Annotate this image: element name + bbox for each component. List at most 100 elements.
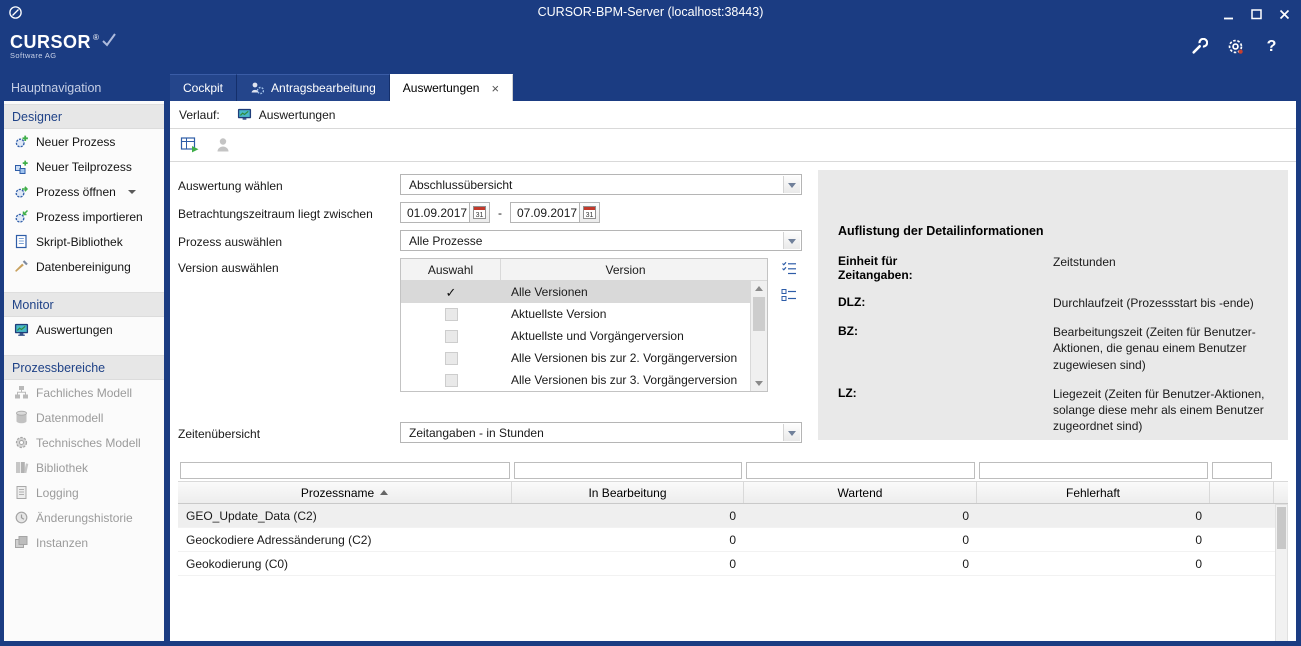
zeiten-selected-value: Zeitangaben - in Stunden: [409, 426, 544, 440]
filter-input-wartend[interactable]: [746, 462, 975, 479]
info-description: Liegezeit (Zeiten für Benutzer-Aktionen,…: [1053, 386, 1272, 435]
sidebar-title: Hauptnavigation: [4, 74, 164, 101]
calendar-from-button[interactable]: 31: [470, 202, 490, 223]
results-scrollbar[interactable]: [1275, 504, 1288, 641]
sort-ascending-icon: [380, 490, 388, 495]
table-row[interactable]: Geokodierung (C0) 0 0 0: [178, 552, 1288, 576]
tab-auswertungen[interactable]: Auswertungen ×: [390, 74, 513, 101]
column-header-fehlerhaft[interactable]: Fehlerhaft: [977, 482, 1210, 503]
table-row[interactable]: GEO_Update_Data (C2) 0 0 0: [178, 504, 1288, 528]
calendar-to-button[interactable]: 31: [580, 202, 600, 223]
version-row[interactable]: Aktuellste Version: [401, 303, 750, 325]
tab-bar: Cockpit Antragsbearbeitung Auswertungen …: [170, 74, 1296, 101]
sidebar-item-label: Prozess importieren: [36, 210, 143, 224]
sidebar-item-neuer-prozess[interactable]: Neuer Prozess: [4, 129, 164, 154]
cell-in-bearbeitung: 0: [512, 509, 744, 523]
sidebar-item-label: Prozess öffnen: [36, 185, 116, 199]
toolbar: [170, 129, 1296, 162]
deselect-all-icon[interactable]: [781, 288, 797, 304]
sidebar-item-skript-bibliothek[interactable]: Skript-Bibliothek: [4, 229, 164, 254]
sidebar-item-prozess-oeffnen[interactable]: Prozess öffnen: [4, 179, 164, 204]
date-to-field[interactable]: 07.09.2017: [510, 202, 580, 223]
wrench-icon[interactable]: [1190, 37, 1209, 56]
settings-icon[interactable]: [1226, 37, 1245, 56]
checkbox-unchecked[interactable]: [445, 330, 458, 343]
version-row[interactable]: Aktuellste und Vorgängerversion: [401, 325, 750, 347]
version-row[interactable]: Alle Versionen bis zur 2. Vorgängerversi…: [401, 347, 750, 369]
chevron-down-icon[interactable]: [128, 190, 136, 194]
cell-prozessname: GEO_Update_Data (C2): [178, 509, 512, 523]
section-header-prozessbereiche[interactable]: Prozessbereiche: [4, 355, 164, 380]
content-area: Auswertung wählen Abschlussübersicht Bet…: [170, 162, 1296, 641]
tab-antragsbearbeitung[interactable]: Antragsbearbeitung: [237, 74, 390, 101]
instances-icon: [14, 535, 29, 550]
filter-input-fehlerhaft[interactable]: [979, 462, 1208, 479]
scrollbar-thumb[interactable]: [1277, 507, 1286, 549]
sidebar-item-label: Bibliothek: [36, 461, 88, 475]
sidebar: Designer Neuer Prozess Neuer Teilprozess…: [4, 101, 164, 641]
run-evaluation-button[interactable]: [179, 134, 201, 156]
version-label: Version auswählen: [178, 258, 400, 275]
breadcrumb-label: Verlauf:: [179, 108, 220, 122]
version-table-scrollbar[interactable]: [750, 281, 767, 391]
date-range: 01.09.2017 31 - 07.09.2017 31: [400, 202, 600, 223]
header-icons: ?: [1190, 37, 1281, 56]
tab-cockpit[interactable]: Cockpit: [170, 74, 237, 101]
breadcrumb-item[interactable]: Auswertungen: [259, 108, 336, 122]
filter-input-in-bearbeitung[interactable]: [514, 462, 742, 479]
section-header-designer[interactable]: Designer: [4, 104, 164, 129]
scroll-down-icon: [751, 376, 767, 391]
scrollbar-thumb[interactable]: [753, 297, 765, 331]
chevron-down-icon: [783, 176, 800, 193]
sidebar-section-monitor: Monitor Auswertungen: [4, 292, 164, 342]
column-header-auswahl[interactable]: Auswahl: [401, 259, 501, 280]
checkbox-unchecked[interactable]: [445, 374, 458, 387]
auswertung-selected-value: Abschlussübersicht: [409, 178, 512, 192]
info-term: DLZ:: [838, 295, 865, 309]
auswertung-select[interactable]: Abschlussübersicht: [400, 174, 802, 195]
column-header-prozessname[interactable]: Prozessname: [178, 482, 512, 503]
info-row: Einheit für Zeitangaben: Zeitstunden: [838, 254, 1272, 282]
auswertung-label: Auswertung wählen: [178, 176, 400, 193]
data-cleanup-icon: [14, 259, 29, 274]
filter-input-extra[interactable]: [1212, 462, 1272, 479]
open-process-icon: [14, 184, 29, 199]
sidebar-item-label: Datenbereinigung: [36, 260, 131, 274]
date-from-field[interactable]: 01.09.2017: [400, 202, 470, 223]
zeiten-select[interactable]: Zeitangaben - in Stunden: [400, 422, 802, 443]
cell-wartend: 0: [744, 533, 977, 547]
maximize-button[interactable]: [1247, 5, 1265, 20]
table-row[interactable]: Geockodiere Adressänderung (C2) 0 0 0: [178, 528, 1288, 552]
version-row[interactable]: ✓ Alle Versionen: [401, 281, 750, 303]
sidebar-item-auswertungen[interactable]: Auswertungen: [4, 317, 164, 342]
prozess-select[interactable]: Alle Prozesse: [400, 230, 802, 251]
business-model-icon: [14, 385, 29, 400]
checkbox-checked[interactable]: ✓: [446, 286, 457, 299]
checkbox-unchecked[interactable]: [445, 308, 458, 321]
logo-registered-mark: ®: [93, 33, 99, 42]
column-header-wartend[interactable]: Wartend: [744, 482, 977, 503]
sidebar-item-datenbereinigung[interactable]: Datenbereinigung: [4, 254, 164, 279]
sidebar-item-label: Neuer Prozess: [36, 135, 115, 149]
help-icon[interactable]: ?: [1262, 37, 1281, 56]
minimize-button[interactable]: [1219, 5, 1237, 20]
sidebar-item-label: Änderungshistorie: [36, 511, 133, 525]
cell-fehlerhaft: 0: [977, 557, 1210, 571]
sidebar-item-neuer-teilprozess[interactable]: Neuer Teilprozess: [4, 154, 164, 179]
close-button[interactable]: [1275, 5, 1293, 20]
main-panel: Verlauf: Auswertungen Auswertung wählen: [170, 101, 1296, 641]
version-table-tools: [781, 258, 797, 304]
sidebar-item-prozess-importieren[interactable]: Prozess importieren: [4, 204, 164, 229]
version-table-header: Auswahl Version: [401, 259, 767, 281]
cell-wartend: 0: [744, 509, 977, 523]
cell-prozessname: Geokodierung (C0): [178, 557, 512, 571]
version-row[interactable]: Alle Versionen bis zur 3. Vorgängerversi…: [401, 369, 750, 391]
column-header-version[interactable]: Version: [501, 259, 750, 280]
select-all-icon[interactable]: [781, 260, 797, 276]
filter-input-prozessname[interactable]: [180, 462, 510, 479]
column-header-in-bearbeitung[interactable]: In Bearbeitung: [512, 482, 744, 503]
results-table: Prozessname In Bearbeitung Wartend Fehle…: [178, 460, 1288, 641]
checkbox-unchecked[interactable]: [445, 352, 458, 365]
tab-close-icon[interactable]: ×: [491, 82, 499, 95]
section-header-monitor[interactable]: Monitor: [4, 292, 164, 317]
